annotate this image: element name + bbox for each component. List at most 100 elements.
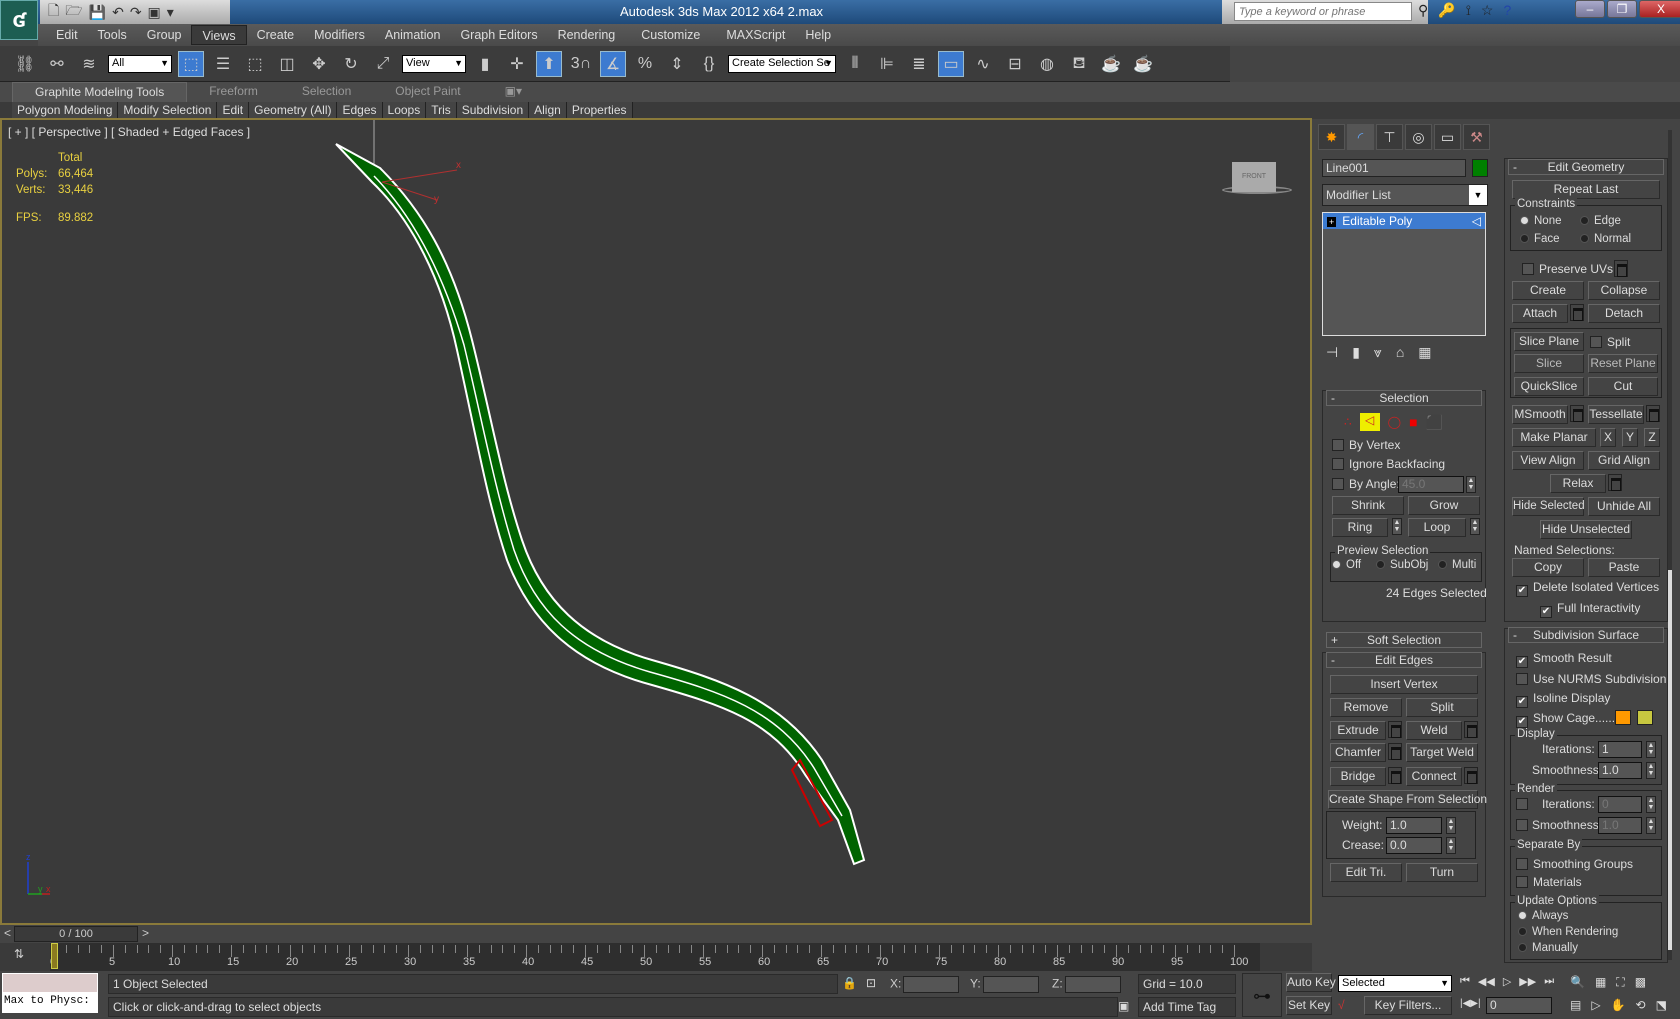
key-tangent-icon[interactable]: √ — [1338, 998, 1345, 1012]
view-align-button[interactable]: View Align — [1512, 451, 1584, 470]
undo-icon[interactable]: ↶ — [112, 4, 124, 21]
menu-customize[interactable]: Customize — [631, 25, 710, 45]
hide-selected-button[interactable]: Hide Selected — [1512, 497, 1585, 516]
percent-snap-icon[interactable]: % — [632, 51, 658, 77]
repeat-last-button[interactable]: Repeat Last — [1512, 180, 1660, 199]
cage-selection-color-swatch[interactable] — [1637, 710, 1653, 725]
key-icon[interactable]: 🔑 — [1438, 2, 1455, 19]
selection-filter-dropdown[interactable]: All — [108, 54, 172, 73]
grid-align-button[interactable]: Grid Align — [1588, 451, 1660, 470]
insert-vertex-button[interactable]: Insert Vertex — [1330, 675, 1478, 694]
mirror-icon[interactable]: ⫴ — [842, 51, 868, 77]
display-iterations-spinner[interactable]: ▲ ▼ — [1646, 741, 1656, 758]
go-to-end-icon[interactable]: ⏭ — [1544, 975, 1554, 988]
star-icon[interactable]: ☆ — [1481, 2, 1494, 19]
spinner-snap-icon[interactable]: ⇕ — [664, 51, 690, 77]
ring-button[interactable]: Ring — [1332, 518, 1388, 537]
modifier-stack[interactable]: + Editable Poly ◁ — [1322, 212, 1486, 336]
application-button[interactable]: ʛ — [0, 0, 38, 40]
modifier-list-dropdown[interactable]: Modifier List ▼ — [1322, 184, 1488, 206]
tab-graphite-modeling-tools[interactable]: Graphite Modeling Tools — [12, 82, 188, 102]
render-setup-icon[interactable]: ⛾ — [1066, 51, 1092, 77]
tab-selection[interactable]: Selection — [280, 82, 373, 102]
panel-tris[interactable]: Tris — [426, 102, 457, 119]
show-cage-checkbox[interactable]: ✔ Show Cage...... — [1516, 711, 1615, 728]
connect-settings-icon[interactable] — [1464, 767, 1478, 784]
materials-checkbox[interactable]: Materials — [1516, 875, 1582, 889]
coord-y-input[interactable] — [982, 976, 1039, 993]
rectangular-selection-icon[interactable]: ⬚ — [242, 51, 268, 77]
use-nurms-checkbox[interactable]: Use NURMS Subdivision — [1516, 672, 1666, 686]
chamfer-button[interactable]: Chamfer — [1330, 743, 1386, 762]
reference-coord-dropdown[interactable]: View — [402, 54, 466, 73]
configure-modifier-sets-icon[interactable]: ▦ — [1418, 344, 1431, 361]
full-interactivity-checkbox[interactable]: ✔ Full Interactivity — [1540, 601, 1640, 618]
constraint-edge-radio[interactable]: Edge — [1580, 215, 1621, 227]
keyboard-shortcut-override-icon[interactable]: ⬆ — [536, 50, 562, 77]
current-frame-input[interactable]: 0 — [1486, 997, 1552, 1014]
extrude-settings-icon[interactable] — [1388, 721, 1402, 738]
remove-button[interactable]: Remove — [1330, 698, 1402, 717]
bind-spacewarp-icon[interactable]: ≋ — [76, 51, 102, 77]
time-prev-button[interactable]: < — [4, 926, 11, 940]
tab-object-paint[interactable]: Object Paint — [373, 82, 482, 102]
edit-geometry-rollout-header[interactable]: - Edit Geometry — [1508, 159, 1664, 175]
zoom-extents-icon[interactable]: ⛶ — [1616, 975, 1624, 990]
material-editor-icon[interactable]: ◍ — [1034, 51, 1060, 77]
menu-help[interactable]: Help — [795, 25, 841, 45]
add-time-tag[interactable]: Add Time Tag — [1138, 997, 1236, 1017]
hide-unselected-button[interactable]: Hide Unselected — [1540, 520, 1632, 539]
preview-off-radio[interactable]: Off — [1332, 559, 1361, 571]
utilities-tab-icon[interactable]: ⚒ — [1463, 124, 1490, 150]
border-level-icon[interactable]: ◯ — [1388, 415, 1401, 429]
edge-level-icon[interactable]: ◁ — [1359, 413, 1380, 431]
angle-input[interactable]: 45.0 — [1398, 476, 1464, 493]
set-key-icon[interactable]: ⊶ — [1242, 973, 1282, 1017]
named-selection-dropdown[interactable]: Create Selection Se — [728, 54, 836, 73]
pan-icon[interactable]: ✋ — [1611, 998, 1626, 1012]
search-input[interactable] — [1234, 2, 1412, 21]
project-folder-icon[interactable]: ▣ — [148, 4, 161, 21]
preserve-uvs-settings-icon[interactable] — [1614, 260, 1628, 277]
render-smoothness-checkbox[interactable] — [1516, 818, 1533, 832]
track-bar[interactable]: ⇅ 05101520253035404550556065707580859095… — [0, 943, 1312, 971]
preview-multi-radio[interactable]: Multi — [1438, 559, 1476, 571]
edit-named-selection-icon[interactable]: {} — [696, 51, 722, 77]
key-filters-button[interactable]: Key Filters... — [1364, 996, 1452, 1015]
display-smoothness-input[interactable]: 1.0 — [1598, 762, 1642, 779]
next-frame-icon[interactable]: ▶▶ — [1519, 975, 1536, 988]
render-smoothness-input[interactable]: 1.0 — [1598, 817, 1642, 834]
rendered-frame-icon[interactable]: ☕ — [1098, 51, 1124, 77]
create-button[interactable]: Create — [1512, 281, 1584, 300]
maxscript-listener[interactable]: Max to Physc: — [2, 973, 98, 1017]
select-by-name-icon[interactable]: ☰ — [210, 51, 236, 77]
show-end-result-icon[interactable]: ▮ — [1352, 344, 1360, 361]
snaps-toggle-icon[interactable]: 3 ∩ — [568, 51, 594, 77]
relax-settings-icon[interactable] — [1608, 474, 1622, 491]
absolute-mode-icon[interactable]: ⊡ — [866, 976, 876, 990]
attach-list-icon[interactable] — [1570, 304, 1584, 321]
smoothing-groups-checkbox[interactable]: Smoothing Groups — [1516, 857, 1633, 871]
render-iterations-checkbox[interactable] — [1516, 797, 1533, 811]
menu-maxscript[interactable]: MAXScript — [716, 25, 795, 45]
menu-group[interactable]: Group — [137, 25, 192, 45]
pin-stack-icon[interactable]: ⊣ — [1326, 344, 1338, 361]
menu-graph-editors[interactable]: Graph Editors — [450, 25, 547, 45]
field-of-view-icon[interactable]: ▷ — [1591, 998, 1600, 1012]
render-iterations-input[interactable]: 0 — [1598, 796, 1642, 813]
crease-spinner[interactable]: ▲ ▼ — [1446, 837, 1456, 854]
slice-button[interactable]: Slice — [1514, 354, 1584, 373]
display-iterations-input[interactable]: 1 — [1598, 741, 1642, 758]
isoline-display-checkbox[interactable]: ✔ Isoline Display — [1516, 691, 1610, 708]
time-next-button[interactable]: > — [142, 926, 149, 940]
select-manipulate-icon[interactable]: ✛ — [504, 51, 530, 77]
update-when-rendering-radio[interactable]: When Rendering — [1518, 926, 1618, 938]
preview-subobj-radio[interactable]: SubObj — [1376, 559, 1428, 571]
hierarchy-tab-icon[interactable]: ⊤ — [1376, 124, 1403, 150]
by-angle-checkbox[interactable]: By Angle: — [1332, 477, 1400, 491]
display-smoothness-spinner[interactable]: ▲ ▼ — [1646, 762, 1656, 779]
panel-modify-selection[interactable]: Modify Selection — [118, 102, 218, 119]
make-planar-x-button[interactable]: X — [1600, 428, 1616, 447]
go-to-start-icon[interactable]: ⏮ — [1460, 975, 1470, 988]
ribbon-options-icon[interactable]: ▣▾ — [483, 82, 544, 102]
